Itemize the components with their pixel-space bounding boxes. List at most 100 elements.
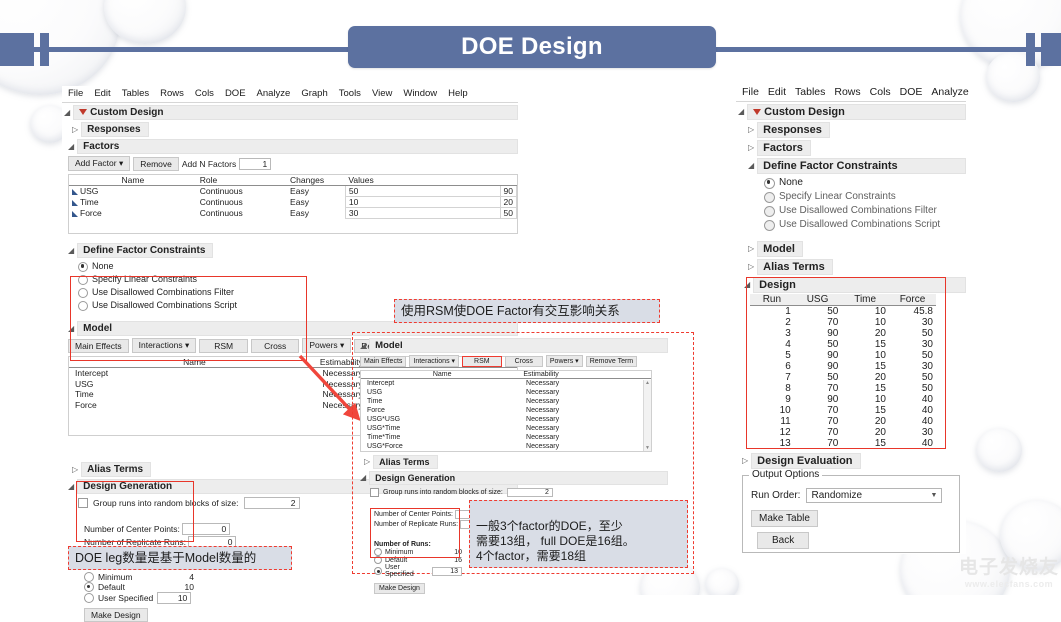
factor-name-cell[interactable]: USG (69, 186, 197, 197)
responses-label[interactable]: Responses (81, 122, 149, 137)
table-row[interactable]: 1 50 10 45.8 (750, 306, 936, 317)
rsm-button[interactable]: RSM (462, 355, 502, 367)
factors-label[interactable]: Factors (77, 139, 518, 154)
radio-specify-linear-constraints[interactable]: Specify Linear Constraints (764, 190, 966, 204)
factor-name-cell[interactable]: Time (69, 197, 197, 208)
make-design-row[interactable]: Make Design (84, 608, 194, 622)
runs-user-specified-input[interactable]: 10 (157, 592, 192, 604)
right-custom-design-title[interactable]: Custom Design (747, 104, 966, 120)
make-design-button[interactable]: Make Design (84, 608, 148, 622)
factor-low-cell[interactable]: 10 (344, 196, 501, 208)
radio-disallowed-combinations-filter[interactable]: Use Disallowed Combinations Filter (78, 286, 518, 299)
custom-design-title[interactable]: Custom Design (73, 105, 518, 120)
menu-item-file[interactable]: File (742, 86, 759, 98)
runs-default-row[interactable]: Default 10 (84, 582, 194, 592)
radio-none[interactable]: None (764, 176, 966, 190)
runs-user-specified-row[interactable]: User Specified 10 (84, 592, 194, 604)
design-table[interactable]: Run USG Time Force 1 50 10 45.8 2 70 10 30 3 90… (750, 294, 936, 449)
red-triangle-icon[interactable] (753, 109, 762, 116)
alias-terms-label[interactable]: Alias Terms (81, 462, 152, 477)
factor-name-cell[interactable]: Force (69, 208, 197, 219)
menu-item-window[interactable]: Window (403, 88, 437, 99)
scroll-up-arrow-icon[interactable]: ▲ (644, 380, 651, 386)
right-alias-terms-label[interactable]: Alias Terms (757, 259, 833, 275)
inset-section-model[interactable]: ◢ Model (360, 338, 668, 353)
runs-minimum-row[interactable]: Minimum 10 (374, 548, 462, 556)
table-row[interactable]: 9 90 10 40 (750, 394, 936, 405)
make-design-row[interactable]: Make Design (374, 582, 462, 594)
menu-item-tables[interactable]: Tables (122, 88, 149, 99)
section-responses[interactable]: ▷ Responses (72, 122, 518, 137)
menu-item-tables[interactable]: Tables (795, 86, 825, 98)
table-row[interactable]: 2 70 10 30 (750, 317, 936, 328)
remove-factor-button[interactable]: Remove (133, 156, 179, 171)
right-factors-label[interactable]: Factors (757, 140, 811, 156)
factor-role-cell[interactable]: Continuous (197, 208, 287, 219)
run-order-select[interactable]: Randomize ▼ (806, 488, 943, 503)
right-constraints-label[interactable]: Define Factor Constraints (757, 158, 966, 174)
factor-changes-cell[interactable]: Easy (287, 186, 345, 197)
model-label[interactable]: Model (77, 321, 518, 336)
model-list-scrollbar[interactable]: ▲ ▼ (643, 380, 651, 451)
right-custom-design-header[interactable]: ◢ Custom Design (738, 104, 966, 120)
menu-item-view[interactable]: View (372, 88, 392, 99)
menu-item-rows[interactable]: Rows (160, 88, 184, 99)
right-section-responses[interactable]: ▷ Responses (748, 122, 966, 138)
radio-none[interactable]: None (78, 260, 518, 273)
menubar-full[interactable]: File Edit Tables Rows Cols DOE Analyze G… (62, 86, 518, 103)
menu-item-doe[interactable]: DOE (900, 86, 923, 98)
factor-high-cell[interactable]: 50 (499, 207, 518, 219)
menu-item-doe[interactable]: DOE (225, 88, 246, 99)
group-runs-input[interactable]: 2 (243, 497, 300, 509)
table-row[interactable]: 8 70 15 50 (750, 383, 936, 394)
scroll-down-arrow-icon[interactable]: ▼ (644, 445, 651, 451)
add-n-factors-input[interactable]: 1 (239, 157, 272, 170)
list-item[interactable]: Time Necessary (361, 397, 651, 406)
right-section-design-evaluation[interactable]: ▷ Design Evaluation (742, 453, 966, 469)
add-factor-button[interactable]: Add Factor ▾ (68, 156, 131, 171)
cross-button[interactable]: Cross (251, 338, 300, 353)
main-effects-button[interactable]: Main Effects (360, 355, 407, 367)
red-triangle-icon[interactable] (79, 109, 88, 116)
cross-button[interactable]: Cross (504, 355, 543, 367)
factor-changes-cell[interactable]: Easy (287, 197, 345, 208)
menu-item-tools[interactable]: Tools (339, 88, 361, 99)
powers-button[interactable]: Powers ▾ (545, 355, 583, 367)
table-row[interactable]: 10 70 15 40 (750, 405, 936, 416)
rsm-button[interactable]: RSM (199, 338, 249, 353)
factor-toolbar[interactable]: Add Factor ▾ Remove Add N Factors 1 (68, 156, 518, 171)
right-model-label[interactable]: Model (757, 241, 803, 257)
factor-high-cell[interactable]: 20 (499, 196, 518, 208)
table-row[interactable]: 12 70 20 30 (750, 427, 936, 438)
interactions-button[interactable]: Interactions ▾ (409, 355, 460, 367)
factor-role-cell[interactable]: Continuous (197, 197, 287, 208)
inset-section-alias-terms[interactable]: ▷ Alias Terms (364, 455, 668, 469)
table-row[interactable]: 5 90 10 50 (750, 350, 936, 361)
factor-changes-cell[interactable]: Easy (287, 208, 345, 219)
list-item[interactable]: Time*Time Necessary (361, 433, 651, 442)
table-row[interactable]: Time Continuous Easy 10 20 (69, 196, 518, 208)
group-runs-checkbox[interactable] (78, 498, 88, 508)
table-row[interactable]: 4 50 15 30 (750, 339, 936, 350)
inset-model-label[interactable]: Model (369, 338, 668, 353)
inset-design-generation-label[interactable]: Design Generation (369, 471, 668, 485)
menu-item-analyze[interactable]: Analyze (931, 86, 968, 98)
list-item[interactable]: Intercept Necessary (361, 379, 651, 388)
radio-disallowed-combinations-filter[interactable]: Use Disallowed Combinations Filter (764, 204, 966, 218)
right-constraint-options[interactable]: None Specify Linear Constraints Use Disa… (764, 176, 966, 232)
list-item[interactable]: USG Necessary (361, 388, 651, 397)
back-button[interactable]: Back (757, 532, 810, 549)
custom-design-header[interactable]: ◢ Custom Design (64, 105, 518, 120)
inset-alias-terms-label[interactable]: Alias Terms (373, 455, 438, 469)
menubar-short[interactable]: File Edit Tables Rows Cols DOE Analyze (736, 84, 969, 102)
menu-item-help[interactable]: Help (448, 88, 468, 99)
runs-minimum-row[interactable]: Minimum 4 (84, 572, 194, 582)
right-design-label[interactable]: Design (753, 277, 966, 293)
menu-item-cols[interactable]: Cols (870, 86, 891, 98)
group-runs-input[interactable]: 2 (506, 488, 553, 497)
radio-specify-linear-constraints[interactable]: Specify Linear Constraints (78, 273, 518, 286)
table-row[interactable]: 11 70 20 40 (750, 416, 936, 427)
right-section-factors[interactable]: ▷ Factors (748, 140, 966, 156)
main-effects-button[interactable]: Main Effects (68, 338, 129, 353)
factor-high-cell[interactable]: 90 (499, 185, 518, 197)
